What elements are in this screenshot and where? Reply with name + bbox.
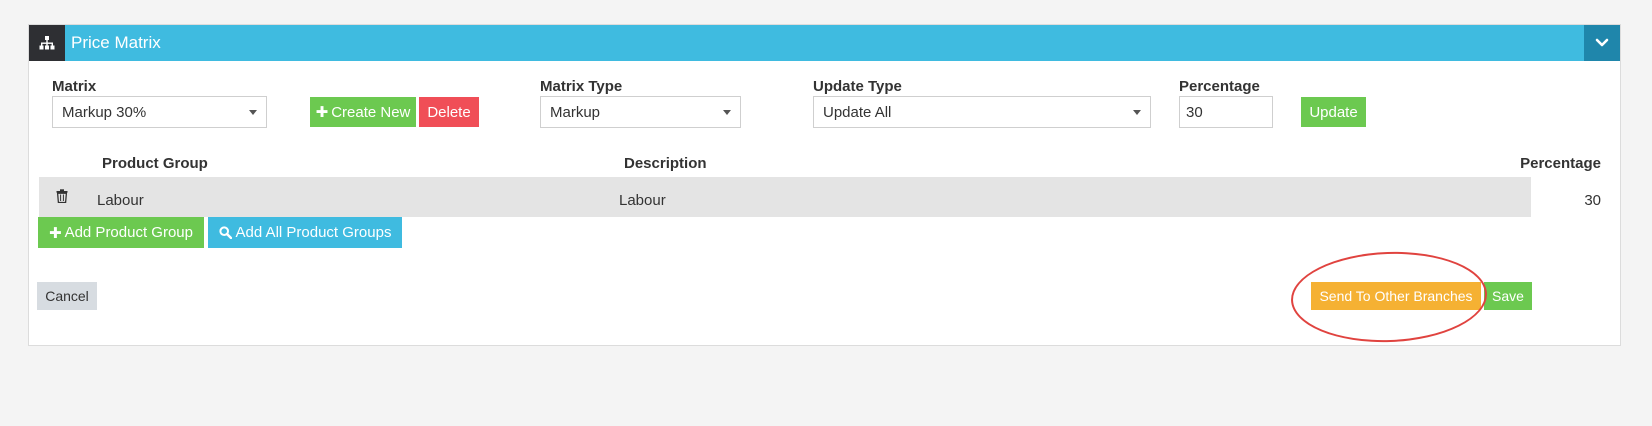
percentage-input[interactable]	[1179, 96, 1273, 128]
search-icon	[218, 226, 232, 239]
send-to-other-branches-button[interactable]: Send To Other Branches	[1311, 282, 1481, 310]
column-header-percentage: Percentage	[1520, 155, 1601, 172]
plus-icon: ✚	[49, 224, 62, 242]
cell-description: Labour	[619, 192, 666, 209]
price-matrix-panel: Price Matrix Matrix Markup 30% ✚ Create …	[28, 24, 1621, 346]
cancel-label: Cancel	[45, 288, 89, 304]
plus-icon: ✚	[315, 104, 329, 121]
select-caret-icon	[1133, 110, 1141, 115]
matrix-select-value: Markup 30%	[62, 104, 147, 121]
trash-icon[interactable]	[56, 189, 68, 208]
update-label: Update	[1309, 103, 1358, 121]
add-product-group-button[interactable]: ✚ Add Product Group	[38, 217, 204, 248]
percentage-label: Percentage	[1179, 78, 1260, 95]
send-to-other-branches-label: Send To Other Branches	[1319, 288, 1473, 304]
cell-percentage: 30	[1584, 192, 1601, 209]
cancel-button[interactable]: Cancel	[37, 282, 97, 310]
create-new-button[interactable]: ✚ Create New	[310, 97, 416, 127]
update-type-label: Update Type	[813, 78, 902, 95]
table-row	[39, 177, 1531, 217]
save-label: Save	[1492, 288, 1524, 304]
delete-button[interactable]: Delete	[419, 97, 479, 127]
save-button[interactable]: Save	[1484, 282, 1532, 310]
matrix-select[interactable]: Markup 30%	[52, 96, 267, 128]
matrix-type-value: Markup	[550, 104, 601, 121]
select-caret-icon	[249, 110, 257, 115]
collapse-button[interactable]	[1584, 25, 1620, 61]
panel-title: Price Matrix	[71, 33, 161, 52]
update-button[interactable]: Update	[1301, 97, 1366, 127]
sitemap-icon	[29, 25, 65, 61]
matrix-label: Matrix	[52, 78, 97, 95]
column-header-product-group: Product Group	[102, 155, 208, 172]
update-type-value: Update All	[823, 104, 892, 121]
delete-label: Delete	[427, 103, 471, 121]
panel-header: Price Matrix	[29, 25, 1620, 61]
create-new-label: Create New	[331, 103, 411, 121]
update-type-select[interactable]: Update All	[813, 96, 1151, 128]
cell-product-group: Labour	[97, 192, 144, 209]
add-all-product-groups-label: Add All Product Groups	[235, 224, 392, 241]
add-product-group-label: Add Product Group	[64, 224, 193, 241]
column-header-description: Description	[624, 155, 707, 172]
select-caret-icon	[723, 110, 731, 115]
add-all-product-groups-button[interactable]: Add All Product Groups	[208, 217, 402, 248]
matrix-type-label: Matrix Type	[540, 78, 623, 95]
matrix-type-select[interactable]: Markup	[540, 96, 741, 128]
chevron-down-icon	[1595, 38, 1609, 47]
